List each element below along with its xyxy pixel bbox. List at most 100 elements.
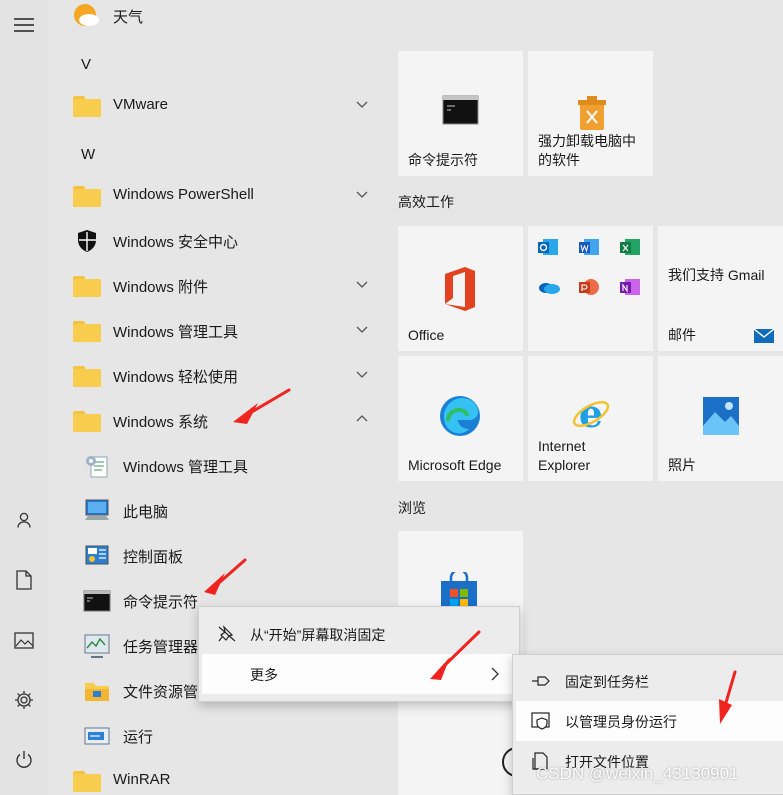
app-label: 天气 — [113, 9, 144, 26]
office-logo-icon — [441, 266, 479, 317]
weather-icon — [72, 2, 102, 30]
folder-icon — [72, 317, 102, 345]
tile-label: 邮件 — [668, 327, 696, 343]
app-item-weather[interactable]: 天气 — [48, 0, 388, 38]
menu-item-pin-taskbar[interactable]: 固定到任务栏 — [513, 661, 783, 701]
power-icon[interactable] — [8, 744, 40, 776]
folder-icon — [72, 92, 102, 120]
chevron-down-icon — [356, 281, 368, 288]
app-item-winrar[interactable]: WinRAR — [48, 759, 388, 795]
tile-label: 照片 — [668, 457, 696, 473]
app-item-this-pc[interactable]: 此电脑 — [48, 489, 388, 533]
menu-item-label: 固定到任务栏 — [565, 674, 649, 690]
app-item-sub-admin-tools[interactable]: Windows 管理工具 — [48, 444, 388, 488]
app-label: 此电脑 — [123, 504, 169, 521]
edge-logo-icon — [438, 394, 482, 443]
pictures-icon[interactable] — [8, 624, 40, 656]
app-item-ease-of-access[interactable]: Windows 轻松使用 — [48, 354, 388, 398]
watermark-text: CSDN @weixin_43130901 — [536, 764, 739, 783]
trash-bin-icon — [575, 95, 609, 136]
app-label: Windows PowerShell — [113, 186, 254, 203]
chevron-right-icon — [491, 667, 499, 681]
app-item-powershell[interactable]: Windows PowerShell — [48, 174, 388, 218]
admin-tools-icon — [82, 452, 112, 480]
chevron-up-icon — [356, 415, 368, 422]
menu-item-run-as-admin[interactable]: 以管理员身份运行 — [516, 701, 783, 741]
file-explorer-icon — [82, 677, 112, 705]
tile-label: 命令提示符 — [408, 152, 478, 168]
chevron-down-icon — [356, 101, 368, 108]
excel-icon — [619, 237, 641, 262]
app-item-run[interactable]: 运行 — [48, 714, 388, 758]
menu-item-unpin[interactable]: 从“开始”屏幕取消固定 — [199, 614, 519, 654]
folder-icon — [72, 182, 102, 210]
app-label: 命令提示符 — [123, 594, 199, 611]
app-label: VMware — [113, 96, 169, 113]
group-title-productivity[interactable]: 高效工作 — [398, 192, 454, 212]
section-letter-v[interactable]: V — [81, 56, 91, 73]
tile-label-line1: Internet — [538, 438, 586, 454]
app-label: Windows 安全中心 — [113, 234, 239, 251]
app-label: WinRAR — [113, 771, 171, 788]
shield-icon — [72, 227, 102, 255]
folder-icon — [72, 272, 102, 300]
tile-cmd[interactable]: 命令提示符 — [398, 51, 523, 176]
section-letter-w[interactable]: W — [81, 146, 95, 163]
app-label: Windows 管理工具 — [123, 459, 249, 476]
task-manager-icon — [82, 632, 112, 660]
app-label: Windows 附件 — [113, 279, 209, 296]
app-label: 控制面板 — [123, 549, 184, 566]
tile-ie[interactable]: e Internet Explorer — [528, 356, 653, 481]
onedrive-icon — [537, 278, 561, 301]
computer-icon — [82, 497, 112, 525]
run-icon — [82, 722, 112, 750]
app-label: 任务管理器 — [123, 639, 199, 656]
tile-mail[interactable]: 我们支持 Gmail 邮件 — [658, 226, 783, 351]
app-item-control-panel[interactable]: 控制面板 — [48, 534, 388, 578]
menu-item-label: 从“开始”屏幕取消固定 — [250, 627, 386, 643]
tile-label: Microsoft Edge — [408, 457, 502, 473]
tile-top-text: 我们支持 Gmail — [668, 267, 765, 283]
hamburger-menu-icon[interactable] — [8, 9, 40, 41]
tile-edge[interactable]: Microsoft Edge — [398, 356, 523, 481]
menu-item-label: 以管理员身份运行 — [565, 714, 677, 730]
tile-label-line1: 强力卸载电脑中 — [538, 133, 636, 149]
menu-item-more[interactable]: 更多 — [202, 654, 518, 694]
tile-photos[interactable]: 照片 — [658, 356, 783, 481]
app-item-accessories[interactable]: Windows 附件 — [48, 264, 388, 308]
pin-icon — [532, 676, 550, 686]
mail-icon — [753, 326, 775, 349]
chevron-down-icon — [356, 326, 368, 333]
user-account-icon[interactable] — [8, 504, 40, 536]
svg-text:e: e — [579, 394, 603, 434]
control-panel-icon — [82, 542, 112, 570]
outlook-icon — [537, 237, 559, 262]
tile-uninstaller[interactable]: 强力卸载电脑中 的软件 — [528, 51, 653, 176]
internet-explorer-icon: e — [571, 391, 611, 439]
admin-shield-icon — [531, 712, 550, 730]
app-item-admin-tools[interactable]: Windows 管理工具 — [48, 309, 388, 353]
tile-office[interactable]: Office — [398, 226, 523, 351]
group-title-browse[interactable]: 浏览 — [398, 498, 426, 518]
command-prompt-icon — [442, 95, 479, 130]
folder-icon — [72, 407, 102, 435]
tile-office-apps[interactable] — [528, 226, 653, 351]
app-item-windows-system[interactable]: Windows 系统 — [48, 399, 388, 443]
app-label: Windows 管理工具 — [113, 324, 239, 341]
tile-label-line2: 的软件 — [538, 152, 580, 168]
app-item-vmware[interactable]: VMware — [48, 84, 388, 128]
documents-icon[interactable] — [8, 564, 40, 596]
unpin-icon — [218, 625, 236, 642]
tile-label: Office — [408, 327, 445, 343]
command-prompt-icon — [82, 587, 112, 615]
start-left-rail — [0, 0, 48, 795]
app-label: Windows 轻松使用 — [113, 369, 239, 386]
chevron-down-icon — [356, 371, 368, 378]
folder-icon — [72, 767, 102, 795]
app-label: Windows 系统 — [113, 414, 209, 431]
photos-icon — [702, 396, 740, 441]
context-menu: 从“开始”屏幕取消固定 更多 — [198, 606, 520, 702]
word-icon — [578, 237, 600, 262]
settings-gear-icon[interactable] — [8, 684, 40, 716]
app-item-security[interactable]: Windows 安全中心 — [48, 219, 388, 263]
